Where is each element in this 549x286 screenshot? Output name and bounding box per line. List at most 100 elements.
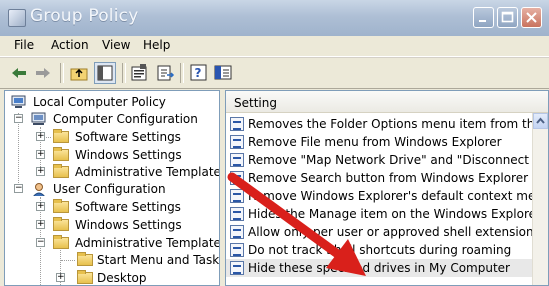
column-header-setting[interactable]: Setting <box>226 91 548 113</box>
list-item-label: Remove File menu from Windows Explorer <box>248 135 502 149</box>
maximize-icon <box>501 11 514 23</box>
svg-text:?: ? <box>195 66 202 80</box>
list-item-selected[interactable]: Hide these specified drives in My Comput… <box>226 259 548 277</box>
show-hide-tree-icon <box>97 65 113 81</box>
tree-item-uc-software-settings[interactable]: + Software Settings <box>5 198 219 216</box>
tree-label: Software Settings <box>75 200 181 214</box>
help-icon: ? <box>190 64 207 81</box>
show-hide-tree-button[interactable] <box>94 62 116 84</box>
policy-setting-icon <box>230 189 244 203</box>
list-item[interactable]: Remove File menu from Windows Explorer <box>226 133 548 151</box>
list-item[interactable]: Remove Search button from Windows Explor… <box>226 169 548 187</box>
extended-view-button[interactable] <box>212 62 234 84</box>
scroll-up-button[interactable] <box>533 113 548 129</box>
tree-label: Computer Configuration <box>53 112 198 126</box>
settings-list-pane[interactable]: Setting Removes the Folder Options menu … <box>225 90 549 286</box>
expand-toggle[interactable]: + <box>56 273 65 282</box>
folder-icon <box>53 217 69 231</box>
maximize-button[interactable] <box>497 7 518 28</box>
tree-item-local-computer-policy[interactable]: Local Computer Policy <box>5 93 219 111</box>
collapse-toggle[interactable]: − <box>36 238 45 247</box>
list-item-label: Allow only per user or approved shell ex… <box>248 225 540 239</box>
tree-item-desktop[interactable]: + Desktop <box>5 269 219 285</box>
folder-icon <box>77 270 93 284</box>
toolbar-separator <box>180 63 184 83</box>
tree-item-cc-windows-settings[interactable]: + Windows Settings <box>5 146 219 164</box>
list-item-label: Remove Search button from Windows Explor… <box>248 171 529 185</box>
up-folder-icon <box>70 68 88 81</box>
policy-setting-icon <box>230 225 244 239</box>
collapse-toggle[interactable]: − <box>14 114 23 123</box>
list-item[interactable]: Hides the Manage item on the Windows Exp… <box>226 205 548 223</box>
list-item[interactable]: Allow only per user or approved shell ex… <box>226 223 548 241</box>
list-item[interactable]: Remove Windows Explorer's default contex… <box>226 187 548 205</box>
tree-pane[interactable]: Local Computer Policy − Computer Configu… <box>4 90 220 286</box>
minimize-icon <box>479 20 486 22</box>
properties-icon <box>131 64 147 81</box>
menu-action[interactable]: Action <box>51 38 89 52</box>
tree-item-cc-administrative-templates[interactable]: + Administrative Templates <box>5 163 219 181</box>
list-item-label: Do not track Shell shortcuts during roam… <box>248 243 512 257</box>
minimize-button[interactable] <box>473 7 494 28</box>
folder-icon <box>53 129 69 143</box>
folder-icon <box>53 164 69 178</box>
window-title: Group Policy <box>30 6 139 26</box>
menu-view[interactable]: View <box>102 38 130 52</box>
policy-setting-icon <box>230 135 244 149</box>
back-button[interactable] <box>8 62 30 84</box>
policy-setting-icon <box>230 243 244 257</box>
export-button[interactable] <box>154 62 176 84</box>
vertical-scrollbar[interactable] <box>532 113 548 285</box>
list-item-label: Hides the Manage item on the Windows Exp… <box>248 207 549 221</box>
close-button[interactable] <box>521 7 542 28</box>
expand-toggle[interactable]: + <box>36 132 45 141</box>
folder-icon <box>77 252 93 266</box>
tree-label: Administrative Templates <box>75 165 220 179</box>
close-icon <box>526 12 537 23</box>
tree-connector <box>61 260 75 261</box>
tree-label: Start Menu and Taskba <box>97 253 220 267</box>
tree-item-user-configuration[interactable]: − User Configuration <box>5 180 219 198</box>
tree-item-start-menu-taskbar[interactable]: Start Menu and Taskba <box>5 251 219 269</box>
properties-button[interactable] <box>128 62 150 84</box>
tree-label: Windows Settings <box>75 218 182 232</box>
tree-item-computer-configuration[interactable]: − Computer Configuration <box>5 110 219 128</box>
forward-icon <box>36 68 50 78</box>
list-item-label: Remove "Map Network Drive" and "Disconne… <box>248 153 549 167</box>
policy-setting-icon <box>230 153 244 167</box>
expand-toggle[interactable]: + <box>36 150 45 159</box>
tree-label: Desktop <box>97 271 147 285</box>
scroll-up-icon <box>536 117 545 124</box>
policy-setting-icon <box>230 171 244 185</box>
tree-item-uc-windows-settings[interactable]: + Windows Settings <box>5 216 219 234</box>
policy-setting-icon <box>230 261 244 275</box>
folder-icon <box>53 235 69 249</box>
folder-icon <box>53 199 69 213</box>
toolbar-separator <box>122 63 126 83</box>
list-item[interactable]: Do not track Shell shortcuts during roam… <box>226 241 548 259</box>
expand-toggle[interactable]: + <box>36 202 45 211</box>
list-item-label: Hide these specified drives in My Comput… <box>248 261 510 275</box>
toolbar-separator <box>60 63 64 83</box>
extended-view-icon <box>214 65 232 80</box>
tree-item-uc-administrative-templates[interactable]: − Administrative Templates <box>5 234 219 252</box>
title-bar[interactable]: Group Policy <box>0 0 549 37</box>
list-item[interactable]: Removes the Folder Options menu item fro… <box>226 115 548 133</box>
toolbar: ? <box>0 57 549 89</box>
policy-setting-icon <box>230 117 244 131</box>
help-button[interactable]: ? <box>188 62 210 84</box>
up-folder-button[interactable] <box>68 62 90 84</box>
list-item[interactable]: Remove "Map Network Drive" and "Disconne… <box>226 151 548 169</box>
menu-bar: File Action View Help <box>0 36 549 57</box>
menu-help[interactable]: Help <box>143 38 170 52</box>
computer-icon <box>31 112 46 125</box>
collapse-toggle[interactable]: − <box>14 184 23 193</box>
group-policy-app-icon <box>8 9 26 27</box>
tree-label: Software Settings <box>75 130 181 144</box>
expand-toggle[interactable]: + <box>36 220 45 229</box>
menu-file[interactable]: File <box>14 38 34 52</box>
tree-item-cc-software-settings[interactable]: + Software Settings <box>5 128 219 146</box>
expand-toggle[interactable]: + <box>36 167 45 176</box>
column-header-label: Setting <box>234 96 277 110</box>
forward-button[interactable] <box>32 62 54 84</box>
